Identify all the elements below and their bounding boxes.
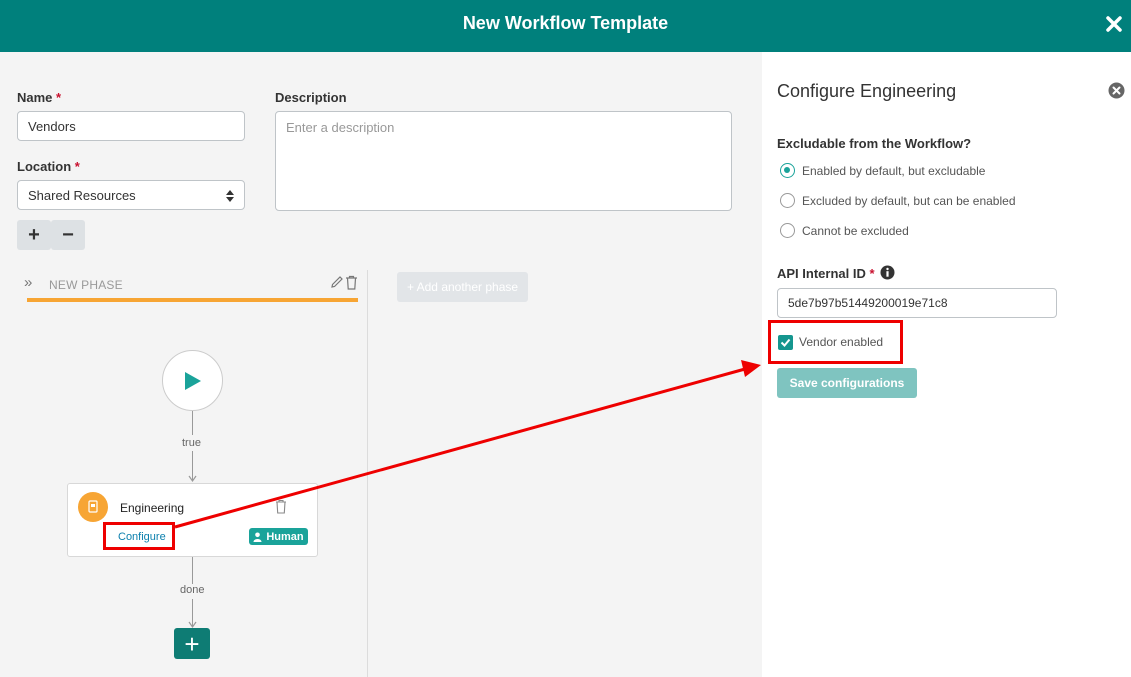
api-id-input[interactable]: 5de7b97b51449200019e71c8: [777, 288, 1057, 318]
node-type-icon: [78, 492, 108, 522]
location-label: Location *: [17, 159, 80, 174]
play-icon: [185, 372, 201, 390]
description-input[interactable]: Enter a description: [275, 111, 732, 211]
arrow-head-icon: [188, 475, 197, 483]
name-input-value: Vendors: [28, 118, 76, 134]
radio-button[interactable]: [780, 163, 795, 178]
configure-highlight-box: [103, 522, 175, 550]
api-id-label: API Internal ID *: [777, 266, 875, 281]
edge-line: [192, 411, 193, 435]
location-select[interactable]: Shared Resources: [17, 180, 245, 210]
description-placeholder: Enter a description: [286, 120, 395, 135]
user-icon: [253, 532, 262, 542]
radio-option-cannot-exclude[interactable]: Cannot be excluded: [780, 223, 909, 238]
description-label: Description: [275, 90, 347, 105]
zoom-out-button[interactable]: −: [51, 220, 85, 250]
add-node-button[interactable]: +: [174, 628, 210, 659]
radio-option-excluded[interactable]: Excluded by default, but can be enabled: [780, 193, 1016, 208]
info-icon[interactable]: [880, 265, 895, 280]
radio-button[interactable]: [780, 223, 795, 238]
add-phase-button[interactable]: + Add another phase: [397, 272, 528, 302]
delete-phase-icon[interactable]: [345, 275, 358, 290]
zoom-in-button[interactable]: +: [17, 220, 51, 250]
edge-true-label: true: [182, 437, 201, 449]
name-input[interactable]: Vendors: [17, 111, 245, 141]
modal-header: New Workflow Template: [0, 0, 1131, 52]
close-icon[interactable]: [1103, 13, 1125, 35]
config-panel-title: Configure Engineering: [777, 81, 957, 101]
radio-button[interactable]: [780, 193, 795, 208]
start-node[interactable]: [162, 350, 223, 411]
excludable-label: Excludable from the Workflow?: [777, 136, 972, 151]
edge-line: [192, 557, 193, 584]
location-select-value: Shared Resources: [28, 187, 136, 203]
vendor-highlight-box: [768, 320, 903, 364]
phase-divider: [367, 270, 368, 677]
api-id-value: 5de7b97b51449200019e71c8: [788, 296, 948, 310]
node-title: Engineering: [120, 501, 185, 515]
delete-node-icon[interactable]: [275, 499, 287, 514]
collapse-phase-icon[interactable]: »: [24, 274, 32, 291]
name-label: Name *: [17, 90, 62, 105]
radio-option-enabled[interactable]: Enabled by default, but excludable: [780, 163, 985, 178]
human-badge: Human: [249, 528, 308, 545]
modal-title: New Workflow Template: [462, 13, 669, 33]
phase-color-bar: [27, 298, 358, 302]
phase-name[interactable]: NEW PHASE: [49, 278, 123, 292]
close-panel-icon[interactable]: [1108, 82, 1125, 99]
save-configurations-button[interactable]: Save configurations: [777, 368, 917, 398]
select-arrows-icon: [226, 190, 234, 202]
edge-done-label: done: [180, 584, 205, 596]
pencil-icon[interactable]: [330, 275, 344, 289]
